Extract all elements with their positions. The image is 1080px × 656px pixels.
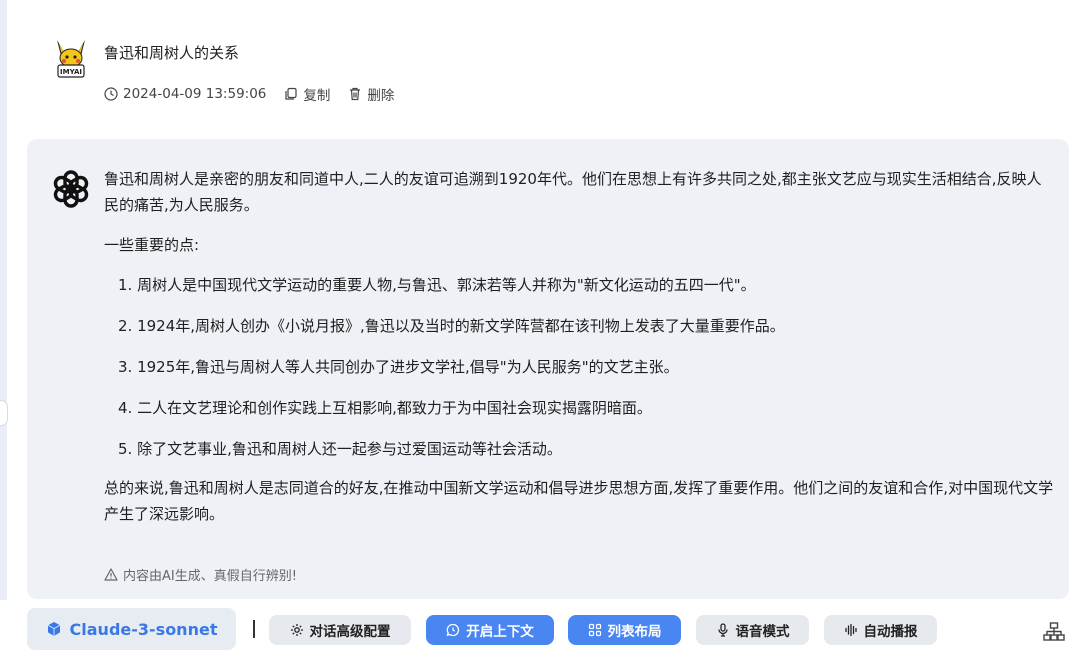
- answer-point: 4. 二人在文艺理论和创作实践上互相影响,都致力于为中国社会现实揭露阴暗面。: [118, 399, 652, 417]
- answer-intro: 鲁迅和周树人是亲密的朋友和同道中人,二人的友谊可追溯到1920年代。他们在思想上…: [104, 170, 1042, 214]
- openai-logo-icon: [53, 170, 89, 208]
- copy-label: 复制: [303, 88, 331, 104]
- answer-point: 1. 周树人是中国现代文学运动的重要人物,与鲁迅、郭沫若等人并称为"新文化运动的…: [118, 276, 756, 294]
- message-meta-row: 2024-04-09 13:59:06 复制 删除: [104, 84, 412, 104]
- model-selector[interactable]: Claude-3-sonnet: [27, 608, 236, 650]
- bottom-toolbar: Claude-3-sonnet 对话高级配置 开启上下文 列表布局 语音模式 自…: [0, 600, 1080, 656]
- user-question-title: 鲁迅和周树人的关系: [104, 44, 240, 62]
- timestamp: 2024-04-09 13:59:06: [104, 86, 266, 102]
- cube-icon: [47, 622, 60, 636]
- auto-play-label: 自动播报: [863, 624, 918, 640]
- answer-points-list: 1. 周树人是中国现代文学运动的重要人物,与鲁迅、郭沫若等人并称为"新文化运动的…: [104, 272, 1054, 462]
- microphone-icon: [717, 623, 728, 637]
- audio-wave-icon: [844, 623, 857, 637]
- auto-play-button[interactable]: 自动播报: [824, 615, 937, 645]
- pikachu-avatar-icon: IMYAI: [57, 40, 85, 78]
- enable-context-button[interactable]: 开启上下文: [426, 615, 554, 645]
- answer-point: 5. 除了文艺事业,鲁迅和周树人还一起参与过爱国运动等社会活动。: [118, 440, 562, 458]
- list-layout-button[interactable]: 列表布局: [568, 615, 681, 645]
- advanced-config-button[interactable]: 对话高级配置: [269, 615, 411, 645]
- left-rail: [0, 0, 7, 656]
- gear-icon: [290, 624, 303, 636]
- answer-point: 2. 1924年,周树人创办《小说月报》,鲁迅以及当时的新文学阵营都在该刊物上发…: [118, 317, 785, 335]
- avatar-label: IMYAI: [60, 68, 82, 76]
- sitemap-icon[interactable]: [1040, 618, 1068, 646]
- delete-label: 删除: [367, 88, 395, 104]
- warning-icon: [104, 568, 118, 581]
- delete-button[interactable]: 删除: [348, 84, 394, 104]
- voice-mode-label: 语音模式: [735, 624, 790, 640]
- model-name: Claude-3-sonnet: [69, 619, 218, 639]
- chat-bubble-icon: [446, 623, 460, 637]
- enable-context-label: 开启上下文: [466, 624, 534, 640]
- advanced-config-label: 对话高级配置: [309, 624, 391, 640]
- clock-icon: [104, 87, 118, 101]
- sidebar-toggle-handle[interactable]: [0, 400, 8, 426]
- list-layout-label: 列表布局: [607, 624, 662, 640]
- copy-icon: [285, 87, 297, 100]
- answer-point: 3. 1925年,鲁迅与周树人等人共同创办了进步文学社,倡导"为人民服务"的文艺…: [118, 358, 679, 376]
- disclaimer-text: 内容由AI生成、真假自行辨别!: [123, 569, 297, 584]
- ai-answer-body: 鲁迅和周树人是亲密的朋友和同道中人,二人的友谊可追溯到1920年代。他们在思想上…: [104, 166, 1054, 527]
- voice-mode-button[interactable]: 语音模式: [696, 615, 809, 645]
- answer-summary: 总的来说,鲁迅和周树人是志同道合的好友,在推动中国新文学运动和倡导进步思想方面,…: [104, 479, 1054, 523]
- ai-disclaimer: 内容由AI生成、真假自行辨别!: [104, 565, 297, 584]
- ai-answer-card: 鲁迅和周树人是亲密的朋友和同道中人,二人的友谊可追溯到1920年代。他们在思想上…: [27, 139, 1069, 599]
- copy-button[interactable]: 复制: [284, 84, 330, 104]
- timestamp-text: 2024-04-09 13:59:06: [123, 86, 267, 102]
- answer-points-heading: 一些重要的点:: [104, 236, 200, 254]
- toolbar-divider: [253, 620, 255, 638]
- grid-icon: [588, 623, 601, 637]
- trash-icon: [350, 87, 361, 101]
